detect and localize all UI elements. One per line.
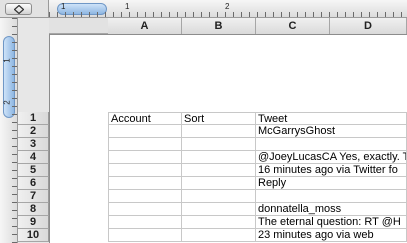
cell-b10[interactable]: [182, 229, 256, 242]
cell-c10[interactable]: 23 minutes ago via web: [256, 229, 407, 242]
cell-a6[interactable]: [108, 177, 182, 190]
diamond-expand-icon: [14, 5, 24, 14]
row-header-3[interactable]: 3: [18, 138, 49, 151]
cell-a7[interactable]: [108, 190, 182, 203]
cell-b4[interactable]: [182, 151, 256, 164]
row-header-6[interactable]: 6: [18, 177, 49, 190]
cell-a8[interactable]: [108, 203, 182, 216]
cell-a2[interactable]: [108, 125, 182, 138]
ruler-number: 2: [225, 2, 230, 11]
cell-b9[interactable]: [182, 216, 256, 229]
cell-c8[interactable]: donnatella_moss: [256, 203, 407, 216]
cell-a4[interactable]: [108, 151, 182, 164]
cell-b3[interactable]: [182, 138, 256, 151]
column-header-c[interactable]: C: [256, 18, 330, 34]
cell-b6[interactable]: [182, 177, 256, 190]
row-header-5[interactable]: 5: [18, 164, 49, 177]
cell-a3[interactable]: [108, 138, 182, 151]
ruler-corner: [0, 0, 49, 18]
cell-c4[interactable]: @JoeyLucasCA Yes, exactly. T: [256, 151, 407, 164]
cell-a9[interactable]: [108, 216, 182, 229]
cell-c9[interactable]: The eternal question: RT @H: [256, 216, 407, 229]
ruler-toggle-button[interactable]: [5, 3, 32, 15]
row-header-2[interactable]: 2: [18, 125, 49, 138]
ruler-number: 2: [2, 100, 12, 105]
row-header-9[interactable]: 9: [18, 216, 49, 229]
cell-a5[interactable]: [108, 164, 182, 177]
ruler-ticks: [49, 12, 407, 17]
column-header-b[interactable]: B: [182, 18, 256, 34]
row-header-1[interactable]: 1: [18, 112, 49, 125]
cell-c3[interactable]: [256, 138, 407, 151]
cell-c2[interactable]: McGarrysGhost: [256, 125, 407, 138]
cell-c7[interactable]: [256, 190, 407, 203]
cell-c5[interactable]: 16 minutes ago via Twitter fo: [256, 164, 407, 177]
ruler-number: 1: [61, 2, 66, 11]
column-header-bar: A B C D: [49, 18, 407, 34]
row-header-4[interactable]: 4: [18, 151, 49, 164]
cell-b8[interactable]: [182, 203, 256, 216]
row-header-10[interactable]: 10: [18, 229, 49, 242]
vertical-ruler[interactable]: 1 2: [0, 18, 18, 243]
cell-b2[interactable]: [182, 125, 256, 138]
ruler-ticks: [12, 18, 17, 243]
cell-b5[interactable]: [182, 164, 256, 177]
cell-c6[interactable]: Reply: [256, 177, 407, 190]
cell-a10[interactable]: [108, 229, 182, 242]
cell-a1[interactable]: Account: [108, 112, 182, 125]
cell-c1[interactable]: Tweet: [256, 112, 407, 125]
row-header-8[interactable]: 8: [18, 203, 49, 216]
ruler-number: 1: [125, 2, 130, 11]
column-header-a[interactable]: A: [108, 18, 182, 34]
column-header-d[interactable]: D: [330, 18, 407, 34]
cell-b7[interactable]: [182, 190, 256, 203]
cell-b1[interactable]: Sort: [182, 112, 256, 125]
ruler-number: 1: [2, 58, 12, 63]
row-header-7[interactable]: 7: [18, 190, 49, 203]
horizontal-ruler[interactable]: 1 1 2: [49, 0, 407, 18]
